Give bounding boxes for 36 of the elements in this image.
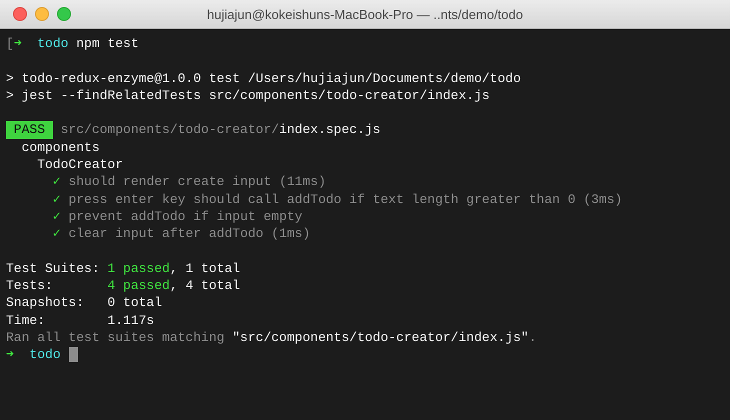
output-text: , 1 total <box>170 260 240 278</box>
output-text: Tests: <box>6 277 54 294</box>
output-text: components <box>20 138 100 156</box>
output-text: index.spec.js <box>279 121 380 139</box>
output-text: > todo-redux-enzyme@1.0.0 test /Users/hujiajun/Documents/demo/todo <box>6 70 521 87</box>
close-button[interactable] <box>13 7 27 21</box>
output-text: , 4 total <box>170 277 240 294</box>
check-mark: ✓ <box>52 208 61 226</box>
output-text: npm test <box>75 35 139 52</box>
directory-name: todo <box>36 35 68 52</box>
check-mark: ✓ <box>52 173 61 191</box>
check-mark: ✓ <box>52 225 61 243</box>
window-title: hujiajun@kokeishuns-MacBook-Pro — ..nts/demo/todo <box>207 6 523 22</box>
output-text: press enter key should call addTodo if text length greater than 0 (3ms) <box>67 190 622 208</box>
output-text: prevent addTodo if input empty <box>67 208 302 226</box>
output-text: Snapshots: 0 total <box>6 294 162 312</box>
output-text: TodoCreator <box>36 156 124 174</box>
passed-count: 4 passed <box>107 277 170 294</box>
directory-name: todo <box>28 346 61 364</box>
prompt-arrow: ➜ <box>6 346 14 364</box>
output-text: . <box>528 329 537 346</box>
output-text: "src/components/todo-creator/index.js" <box>232 329 529 346</box>
passed-count: 1 passed <box>107 260 170 278</box>
maximize-button[interactable] <box>57 7 71 21</box>
pass-badge: PASS <box>6 121 53 139</box>
output-text: Time: 1.117s <box>6 312 154 330</box>
output-text: shuold render create input (11ms) <box>67 173 326 191</box>
output-text: clear input after addTodo (1ms) <box>67 225 310 243</box>
output-text: [ <box>6 35 14 52</box>
minimize-button[interactable] <box>35 7 49 21</box>
prompt-arrow: ➜ <box>14 35 22 52</box>
output-text: src/components/todo-creator/ <box>60 121 280 139</box>
output-text: Test Suites: <box>6 260 101 278</box>
check-mark: ✓ <box>52 190 61 208</box>
output-text: > jest --findRelatedTests src/components/todo-creator/index.js <box>6 86 490 104</box>
output-text: Ran all test suites matching <box>6 329 226 346</box>
